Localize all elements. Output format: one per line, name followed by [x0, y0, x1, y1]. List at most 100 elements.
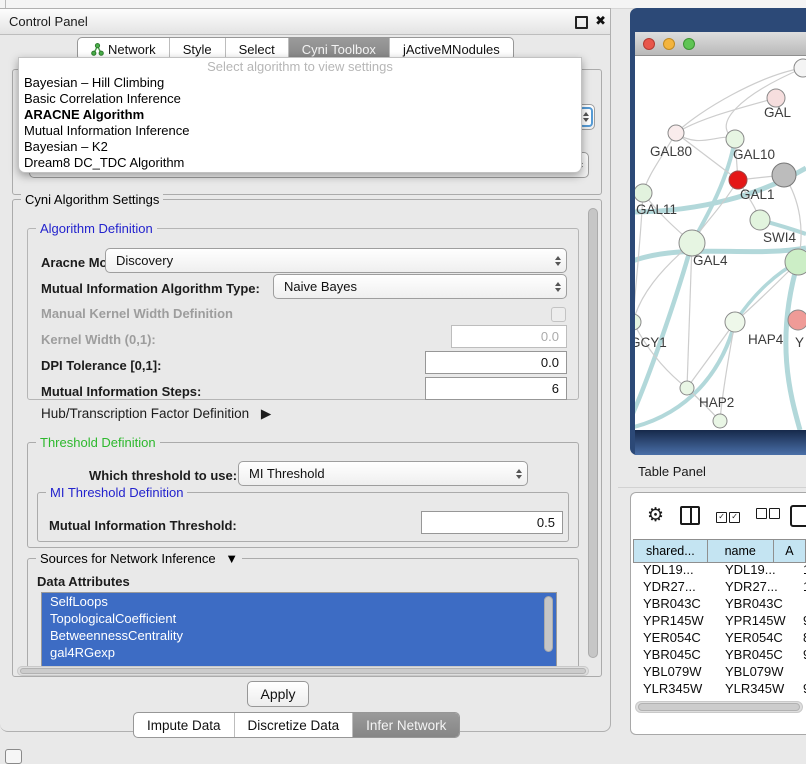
collapsed-arrow-icon[interactable]: ▶: [261, 406, 271, 421]
mi-threshold-field[interactable]: 0.5: [421, 511, 563, 534]
close-panel-icon[interactable]: ✖: [595, 13, 606, 29]
cell: YER054C: [633, 629, 715, 646]
cell: YPR145W: [715, 612, 793, 629]
which-threshold-label: Which threshold to use:: [89, 468, 237, 483]
settings-hscrollbar[interactable]: [17, 666, 589, 676]
settings-vscroll-thumb[interactable]: [588, 208, 598, 658]
expanded-arrow-icon[interactable]: ▼: [225, 551, 238, 566]
apply-button[interactable]: Apply: [247, 681, 309, 707]
network-node[interactable]: [668, 125, 684, 141]
select-all-columns-icon[interactable]: ✓✓: [716, 506, 740, 524]
menu-item-bayesian-k2[interactable]: Bayesian – K2: [19, 139, 581, 155]
table-row[interactable]: YLR345WYLR345W9.: [633, 680, 806, 697]
minimize-window-icon[interactable]: [663, 38, 675, 50]
node-label: HAP4: [748, 332, 784, 347]
column-header-shared[interactable]: shared...: [634, 540, 708, 563]
cell: YLR345W: [633, 680, 715, 697]
network-node[interactable]: [713, 414, 727, 428]
list-item[interactable]: SelfLoops: [42, 593, 556, 610]
network-node[interactable]: [680, 381, 694, 395]
list-item[interactable]: TopologicalCoefficient: [42, 610, 556, 627]
table-row[interactable]: YDL19...YDL19...13: [633, 561, 806, 578]
mi-steps-value: 6: [552, 381, 559, 396]
network-node[interactable]: [750, 210, 770, 230]
menu-item-mutual-information[interactable]: Mutual Information Inference: [19, 123, 581, 139]
kernel-width-value: 0.0: [541, 329, 559, 344]
dpi-tolerance-field[interactable]: 0.0: [425, 351, 567, 374]
network-node[interactable]: [788, 310, 806, 330]
tab-discretize-data-label: Discretize Data: [248, 718, 340, 733]
float-window-icon[interactable]: [575, 16, 588, 29]
tab-infer-network[interactable]: Infer Network: [352, 713, 459, 737]
mi-steps-field[interactable]: 6: [425, 377, 567, 400]
network-node[interactable]: [726, 130, 744, 148]
table-hscrollbar[interactable]: [635, 701, 803, 713]
network-node[interactable]: [772, 163, 796, 187]
cell: YBR045C: [633, 646, 715, 663]
settings-hscroll-thumb[interactable]: [20, 668, 586, 674]
kernel-width-field[interactable]: 0.0: [451, 325, 567, 348]
menu-item-basic-correlation[interactable]: Basic Correlation Inference: [19, 91, 581, 107]
hub-definition-toggle[interactable]: Hub/Transcription Factor Definition ▶: [41, 406, 271, 422]
column-header-partial[interactable]: A: [773, 540, 805, 563]
network-node[interactable]: [785, 249, 806, 275]
table-row[interactable]: YDR27...YDR27...12: [633, 578, 806, 595]
column-header-name[interactable]: name: [707, 540, 773, 563]
list-scrollbar[interactable]: [544, 596, 553, 652]
list-item[interactable]: BetweennessCentrality: [42, 627, 556, 644]
combobox-stepper-icon[interactable]: [550, 275, 566, 298]
table-hscroll-thumb[interactable]: [638, 703, 800, 711]
menu-item-aracne[interactable]: ARACNE Algorithm: [19, 107, 581, 123]
control-panel-titlebar[interactable]: Control Panel ✖: [0, 9, 610, 35]
algorithm-popup-placeholder: Select algorithm to view settings: [19, 58, 581, 75]
aracne-mode-combobox[interactable]: Discovery: [105, 248, 567, 273]
close-window-icon[interactable]: [643, 38, 655, 50]
tab-impute-data[interactable]: Impute Data: [134, 713, 234, 737]
split-columns-icon[interactable]: [680, 506, 700, 525]
network-node[interactable]: [635, 184, 652, 202]
network-window-titlebar[interactable]: [635, 32, 806, 56]
combobox-stepper-icon[interactable]: [550, 249, 566, 272]
sources-title: Sources for Network Inference: [40, 551, 216, 566]
mi-type-value: Naive Bayes: [284, 279, 357, 294]
top-strip-divider: [5, 0, 6, 8]
dpi-tolerance-label: DPI Tolerance [0,1]:: [41, 358, 161, 373]
cell: [793, 595, 806, 612]
mi-type-label: Mutual Information Algorithm Type:: [41, 281, 260, 296]
network-canvas[interactable]: GAL GAL80 GAL10 GAL1 GAL11 SWI4 GAL4 GCY…: [635, 56, 806, 430]
new-table-icon[interactable]: [790, 505, 806, 527]
table-row[interactable]: YER054CYER054C8.: [633, 629, 806, 646]
table-row[interactable]: YPR145WYPR145W9.: [633, 612, 806, 629]
tab-discretize-data[interactable]: Discretize Data: [234, 713, 353, 737]
cell: YPR145W: [633, 612, 715, 629]
data-attributes-list[interactable]: SelfLoops TopologicalCoefficient Between…: [41, 592, 557, 668]
table-row[interactable]: YBR043CYBR043C: [633, 595, 806, 612]
mi-type-combobox[interactable]: Naive Bayes: [273, 274, 567, 299]
kernel-width-label: Kernel Width (0,1):: [41, 332, 156, 347]
table-toolbar: ⚙ ✓✓: [631, 493, 806, 537]
menu-item-bayesian-hill-climbing[interactable]: Bayesian – Hill Climbing: [19, 75, 581, 91]
deselect-all-columns-icon[interactable]: [756, 506, 780, 524]
apply-button-label: Apply: [260, 686, 295, 702]
cell: YDR27...: [715, 578, 793, 595]
sources-title-row[interactable]: Sources for Network Inference ▼: [36, 551, 242, 566]
algorithm-dropdown-popup: Select algorithm to view settings Bayesi…: [18, 57, 582, 173]
network-node[interactable]: [794, 59, 806, 77]
combobox-stepper-icon[interactable]: [511, 462, 527, 485]
node-label: GAL: [764, 105, 792, 120]
network-node[interactable]: [635, 314, 641, 330]
network-node[interactable]: [725, 312, 745, 332]
list-item[interactable]: gal4RGexp: [42, 644, 556, 661]
table-row[interactable]: YBR045CYBR045C9.: [633, 646, 806, 663]
cell: 9.: [793, 612, 806, 629]
manual-kernel-checkbox[interactable]: [551, 307, 566, 322]
which-threshold-combobox[interactable]: MI Threshold: [238, 461, 528, 486]
zoom-window-icon[interactable]: [683, 38, 695, 50]
hub-definition-label: Hub/Transcription Factor Definition: [41, 406, 249, 421]
cell: 12: [793, 578, 806, 595]
cyni-settings-title: Cyni Algorithm Settings: [21, 192, 163, 207]
gear-icon[interactable]: ⚙: [647, 504, 664, 527]
node-label: GAL80: [650, 144, 692, 159]
table-row[interactable]: YBL079WYBL079W: [633, 663, 806, 680]
menu-item-dream8[interactable]: Dream8 DC_TDC Algorithm: [19, 155, 581, 171]
